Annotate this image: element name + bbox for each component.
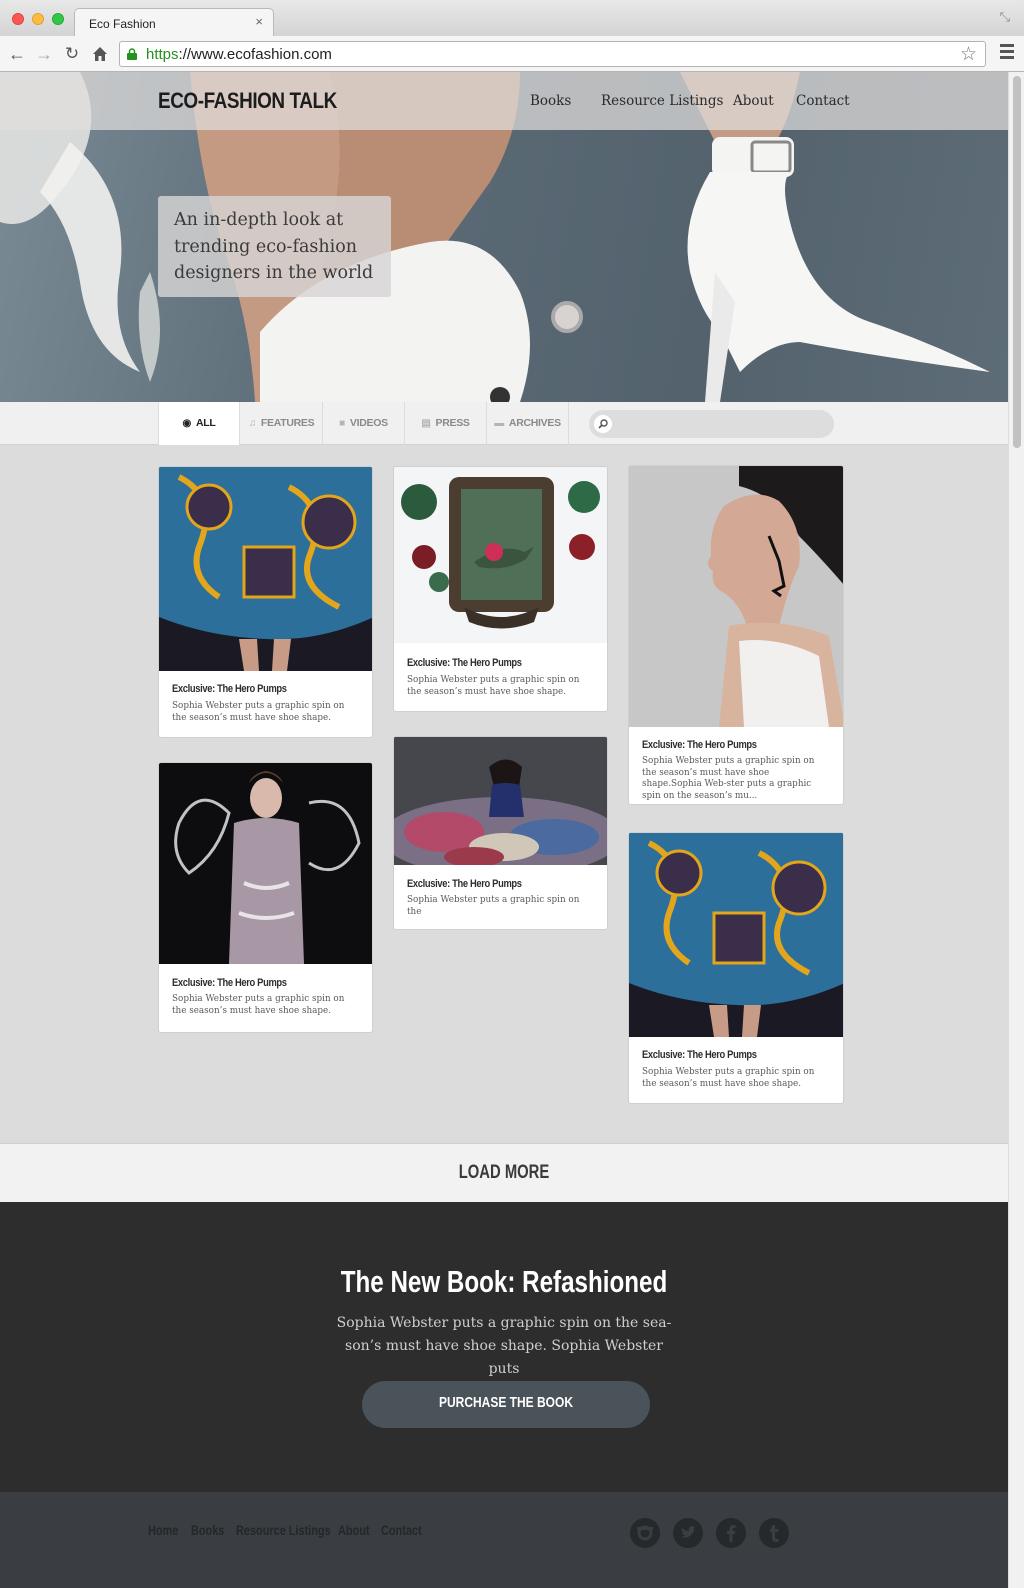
address-bar[interactable]: https://www.ecofashion.com ☆ (119, 41, 986, 67)
hero-banner: ECO-FASHION TALK Books Resource Listings… (0, 72, 1008, 402)
card-title[interactable]: Exclusive: The Hero Pumps (172, 977, 287, 989)
home-icon[interactable] (88, 42, 112, 66)
card-excerpt: Sophia Webster puts a graphic spin on th… (642, 1067, 815, 1089)
purchase-book-label: PURCHASE THE BOOK (438, 1394, 573, 1411)
scrollbar-thumb[interactable] (1013, 76, 1021, 448)
back-icon[interactable]: ← (5, 42, 29, 66)
search-input[interactable] (589, 410, 834, 438)
hero-tagline: An in-depth look at trending eco-fashion… (158, 196, 391, 297)
music-note-icon: ♫ (248, 418, 257, 429)
close-window-button[interactable] (12, 13, 24, 25)
target-icon: ◉ (182, 418, 192, 429)
footer-link-resource-listings[interactable]: Resource Listings (236, 1522, 331, 1538)
tumblr-icon[interactable] (759, 1518, 789, 1548)
fullscreen-icon[interactable]: ⤡ (1000, 9, 1010, 25)
video-camera-icon: ■ (339, 418, 345, 429)
article-card[interactable]: Exclusive: The Hero Pumps Sophia Webster… (393, 736, 608, 930)
footer-link-about[interactable]: About (338, 1522, 370, 1538)
load-more-label: LOAD MORE (458, 1162, 550, 1183)
browser-window: Eco Fashion × ⤡ ← → ↻ https://www.ecofas… (0, 0, 1024, 1588)
chat-bubbles-icon: ▬ (494, 418, 504, 429)
card-excerpt: Sophia Webster puts a graphic spin on th… (407, 675, 580, 697)
card-excerpt: Sophia Webster puts a graphic spin on th… (172, 994, 345, 1016)
book-title: The New Book: Refashioned (340, 1264, 668, 1299)
card-title[interactable]: Exclusive: The Hero Pumps (407, 657, 522, 669)
filter-bar: ◉ ALL ♫ FEATURES ■ VIDEOS ▤ PRESS ▬ ARCHIVES (0, 402, 1008, 445)
article-card[interactable]: Exclusive: The Hero Pumps Sophia Webster… (628, 465, 844, 805)
footer-link-home[interactable]: Home (148, 1522, 178, 1538)
newspaper-icon: ▤ (421, 418, 431, 429)
nav-books[interactable]: Books (530, 93, 571, 109)
url-text: https://www.ecofashion.com (146, 46, 332, 63)
tab-archives-label: ARCHIVES (508, 417, 561, 429)
facebook-icon[interactable] (716, 1518, 746, 1548)
site-footer: Home Books Resource Listings About Conta… (0, 1492, 1008, 1588)
bookmark-star-icon[interactable]: ☆ (960, 43, 977, 66)
lock-icon (127, 48, 137, 60)
purchase-book-button[interactable]: PURCHASE THE BOOK (362, 1381, 650, 1428)
card-title[interactable]: Exclusive: The Hero Pumps (407, 878, 522, 890)
tab-all-label: ALL (195, 417, 216, 429)
book-description: Sophia Webster puts a graphic spin on th… (336, 1315, 672, 1377)
nav-resource-listings[interactable]: Resource Listings (601, 93, 723, 109)
liquid-dress-photo (159, 763, 372, 964)
load-more-button[interactable]: LOAD MORE (0, 1143, 1008, 1202)
card-title[interactable]: Exclusive: The Hero Pumps (172, 683, 287, 695)
reload-icon[interactable]: ↻ (60, 42, 84, 66)
site-header: ECO-FASHION TALK Books Resource Listings… (0, 72, 1008, 130)
forward-icon[interactable]: → (32, 42, 56, 66)
card-excerpt: Sophia Webster puts a graphic spin on th… (642, 756, 815, 801)
page-viewport: ECO-FASHION TALK Books Resource Listings… (0, 72, 1008, 1588)
tab-features[interactable]: ♫ FEATURES (241, 402, 323, 445)
url-scheme: https (146, 46, 179, 63)
tab-press[interactable]: ▤ PRESS (405, 402, 487, 445)
tab-videos[interactable]: ■ VIDEOS (323, 402, 405, 445)
search-icon[interactable] (594, 415, 612, 433)
tab-all[interactable]: ◉ ALL (158, 402, 240, 445)
card-title[interactable]: Exclusive: The Hero Pumps (642, 1049, 757, 1061)
title-bar: Eco Fashion × ⤡ (0, 0, 1024, 36)
twitter-icon[interactable] (673, 1518, 703, 1548)
article-card[interactable]: Exclusive: The Hero Pumps Sophia Webster… (393, 466, 608, 712)
tab-videos-label: VIDEOS (349, 417, 388, 429)
framed-hummingbird-photo (394, 467, 607, 643)
nav-about[interactable]: About (733, 93, 774, 109)
book-promo: The New Book: Refashioned Sophia Webster… (0, 1202, 1008, 1492)
patterned-skirt-photo (159, 467, 372, 671)
maximize-window-button[interactable] (52, 13, 64, 25)
nav-contact[interactable]: Contact (796, 93, 850, 109)
url-host: ://www.ecofashion.com (178, 46, 332, 63)
menu-icon[interactable] (1000, 44, 1014, 62)
browser-tab[interactable]: Eco Fashion × (74, 8, 274, 36)
tab-features-label: FEATURES (260, 417, 315, 429)
card-excerpt: Sophia Webster puts a graphic spin on th… (407, 895, 580, 917)
article-card[interactable]: Exclusive: The Hero Pumps Sophia Webster… (158, 762, 373, 1033)
card-excerpt: Sophia Webster puts a graphic spin on th… (172, 701, 345, 723)
browser-toolbar: ← → ↻ https://www.ecofashion.com ☆ (0, 36, 1024, 72)
site-logo[interactable]: ECO-FASHION TALK (158, 88, 337, 114)
article-grid: Exclusive: The Hero Pumps Sophia Webster… (0, 446, 1008, 1143)
tab-close-icon[interactable]: × (255, 14, 263, 29)
profile-portrait-photo (629, 466, 843, 727)
footer-link-contact[interactable]: Contact (381, 1522, 422, 1538)
minimize-window-button[interactable] (32, 13, 44, 25)
card-title[interactable]: Exclusive: The Hero Pumps (642, 739, 757, 751)
patterned-skirt-photo (629, 833, 843, 1037)
page-scrollbar[interactable] (1008, 72, 1024, 1588)
footer-link-books[interactable]: Books (191, 1522, 224, 1538)
tab-title: Eco Fashion (89, 17, 156, 31)
article-card[interactable]: Exclusive: The Hero Pumps Sophia Webster… (628, 832, 844, 1104)
article-card[interactable]: Exclusive: The Hero Pumps Sophia Webster… (158, 466, 373, 738)
tab-archives[interactable]: ▬ ARCHIVES (487, 402, 569, 445)
instagram-icon[interactable] (630, 1518, 660, 1548)
clothes-pile-photo (394, 737, 607, 865)
tab-press-label: PRESS (435, 417, 470, 429)
